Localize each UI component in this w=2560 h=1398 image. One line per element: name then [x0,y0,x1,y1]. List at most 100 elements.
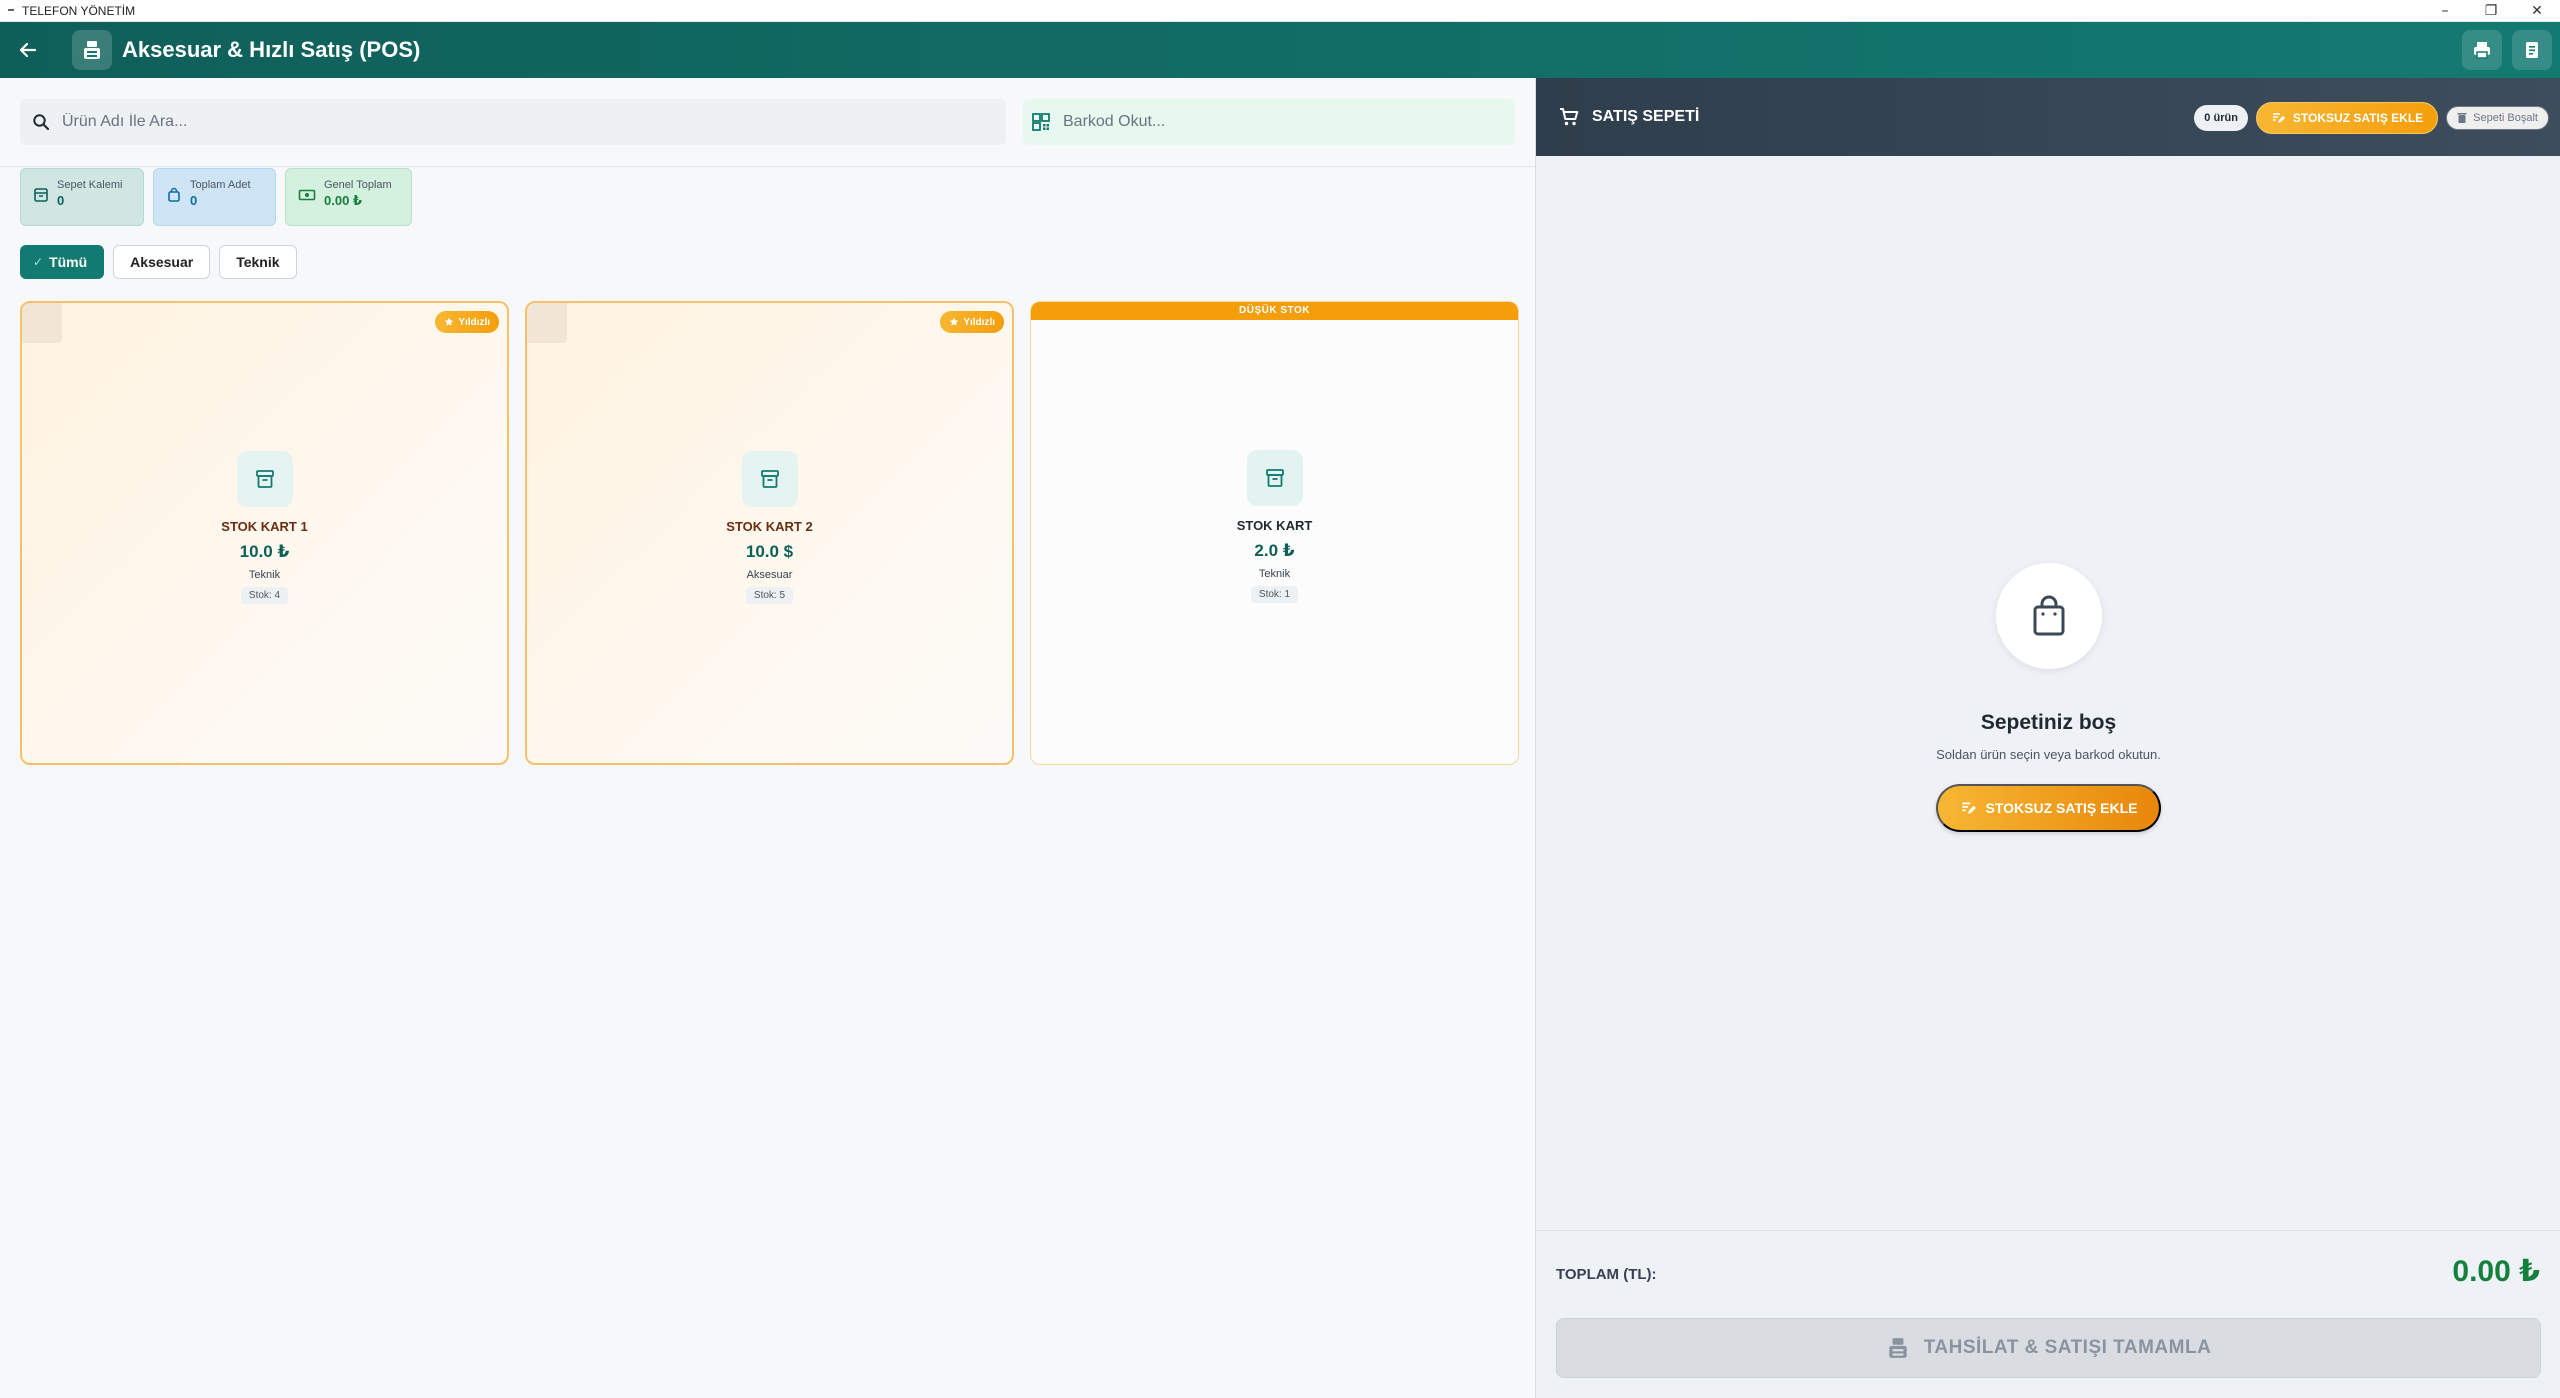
print-button[interactable] [2462,30,2502,70]
search-box[interactable] [20,99,1006,145]
product-stock: Stok: 5 [745,587,794,604]
product-stock: Stok: 4 [240,587,289,604]
archive-box-icon [741,451,798,507]
add-nonstock-sale-large-button[interactable]: STOKSUZ SATIŞ EKLE [1935,784,2162,832]
product-price: 2.0 ₺ [1254,541,1295,560]
page-title: Aksesuar & Hızlı Satış (POS) [122,37,421,62]
search-input[interactable] [62,113,939,131]
divider [1536,1230,2560,1231]
corner-flag [22,303,62,343]
check-icon: ✓ [33,255,44,269]
cart-title: SATIŞ SEPETİ [1592,108,1700,125]
total-value: 0.00 ₺ [2452,1255,2540,1288]
product-card[interactable]: Yıldızlı STOK KART 1 10.0 ₺ Teknik Stok:… [20,301,509,765]
badge-label: Yıldızlı [458,316,490,328]
archive-box-icon [236,451,293,507]
clear-cart-button[interactable]: Sepeti Boşalt [2446,106,2549,130]
empty-cart-state: Sepetiniz boş Soldan ürün seçin veya bar… [1536,563,2560,832]
search-icon [33,114,50,131]
favorite-badge: Yıldızlı [940,311,1004,333]
window-titlebar: TELEFON YÖNETİM – ❐ ✕ [0,0,2560,22]
product-price: 10.0 $ [745,542,794,561]
stat-cart-items: Sepet Kalemi 0 [20,168,144,226]
app-header: Aksesuar & Hızlı Satış (POS) [0,22,2560,78]
cash-register-icon [1888,1338,1907,1358]
filter-label: Aksesuar [130,254,194,270]
stat-label: Toplam Adet [190,179,251,191]
restore-button[interactable]: ❐ [2468,0,2514,22]
archive-box-icon [1246,450,1303,506]
product-name: STOK KART 1 [221,519,308,534]
close-button[interactable]: ✕ [2514,0,2560,22]
printer-icon [2474,42,2490,59]
product-category: Teknik [1258,568,1291,580]
category-filters: ✓ Tümü Aksesuar Teknik [20,245,297,279]
star-icon [950,317,959,326]
divider [0,166,1535,167]
cash-register-icon [72,30,112,70]
box-icon [34,188,48,202]
cart-panel: SATIŞ SEPETİ 0 ürün STOKSUZ SATIŞ EKLE S… [1535,78,2560,1398]
button-label: TAHSİLAT & SATIŞI TAMAMLA [1923,1337,2212,1358]
receipt-button[interactable] [2512,30,2552,70]
cart-icon [1560,108,1579,126]
badge-label: Yıldızlı [963,316,995,328]
product-name: STOK KART [1236,518,1313,533]
cart-tools: 0 ürün STOKSUZ SATIŞ EKLE Sepeti Boşalt [2194,102,2549,134]
money-icon [298,189,316,201]
product-stock: Stok: 1 [1250,586,1299,603]
stat-value: 0 [57,193,65,208]
stat-value: 0.00 ₺ [324,193,362,208]
stat-total-quantity: Toplam Adet 0 [153,168,276,226]
trash-icon [2457,113,2467,123]
empty-cart-title: Sepetiniz boş [1980,711,2117,734]
window-controls: – ❐ ✕ [2422,0,2560,22]
product-price: 10.0 ₺ [239,542,290,561]
receipt-icon [2526,42,2538,58]
stats-row: Sepet Kalemi 0 Toplam Adet 0 Genel Topla… [20,168,412,226]
filter-all[interactable]: ✓ Tümü [20,245,105,279]
filter-label: Tümü [49,254,88,270]
stat-label: Genel Toplam [324,179,392,191]
button-label: STOKSUZ SATIŞ EKLE [2292,111,2424,125]
cart-count-badge: 0 ürün [2194,105,2248,131]
product-grid: Yıldızlı STOK KART 1 10.0 ₺ Teknik Stok:… [20,301,1519,765]
stat-grand-total: Genel Toplam 0.00 ₺ [285,168,412,226]
product-card[interactable]: DÜŞÜK STOK STOK KART 2.0 ₺ Teknik Stok: … [1030,301,1519,765]
cart-header: SATIŞ SEPETİ 0 ürün STOKSUZ SATIŞ EKLE S… [1536,78,2560,156]
stat-value: 0 [190,193,198,208]
add-nonstock-sale-button[interactable]: STOKSUZ SATIŞ EKLE [2255,102,2439,134]
button-label: STOKSUZ SATIŞ EKLE [1985,800,2138,816]
total-label: TOPLAM (TL): [1556,1266,1657,1283]
product-content: STOK KART 2.0 ₺ Teknik Stok: 1 [1031,450,1518,603]
product-category: Teknik [248,569,281,581]
product-category: Aksesuar [746,569,793,581]
empty-cart-subtitle: Soldan ürün seçin veya barkod okutun. [1936,747,2161,762]
barcode-input[interactable] [1063,113,1499,131]
product-content: STOK KART 1 10.0 ₺ Teknik Stok: 4 [22,451,507,604]
favorite-badge: Yıldızlı [435,311,499,333]
star-icon [445,317,454,326]
minimize-button[interactable]: – [2422,0,2468,22]
filter-accessory[interactable]: Aksesuar [113,245,211,279]
complete-sale-button[interactable]: TAHSİLAT & SATIŞI TAMAMLA [1556,1318,2541,1378]
edit-note-icon [2272,113,2285,123]
bag-icon [168,187,180,202]
filter-technical[interactable]: Teknik [219,245,297,279]
product-content: STOK KART 2 10.0 $ Aksesuar Stok: 5 [527,451,1012,604]
product-name: STOK KART 2 [726,519,813,534]
filter-label: Teknik [236,254,280,270]
product-panel: Sepet Kalemi 0 Toplam Adet 0 Genel Topla… [0,78,1535,1398]
qr-code-icon [1032,113,1050,131]
window-title: TELEFON YÖNETİM [0,4,135,18]
button-label: Sepeti Boşalt [2473,112,2538,124]
arrow-left-icon [19,42,37,58]
product-card[interactable]: Yıldızlı STOK KART 2 10.0 $ Aksesuar Sto… [525,301,1014,765]
back-button[interactable] [0,22,56,78]
corner-flag [527,303,567,343]
stat-label: Sepet Kalemi [57,179,123,191]
header-actions [2462,30,2552,70]
shopping-bag-icon [1995,563,2102,669]
barcode-box[interactable] [1023,99,1515,145]
edit-note-icon [1961,802,1976,814]
